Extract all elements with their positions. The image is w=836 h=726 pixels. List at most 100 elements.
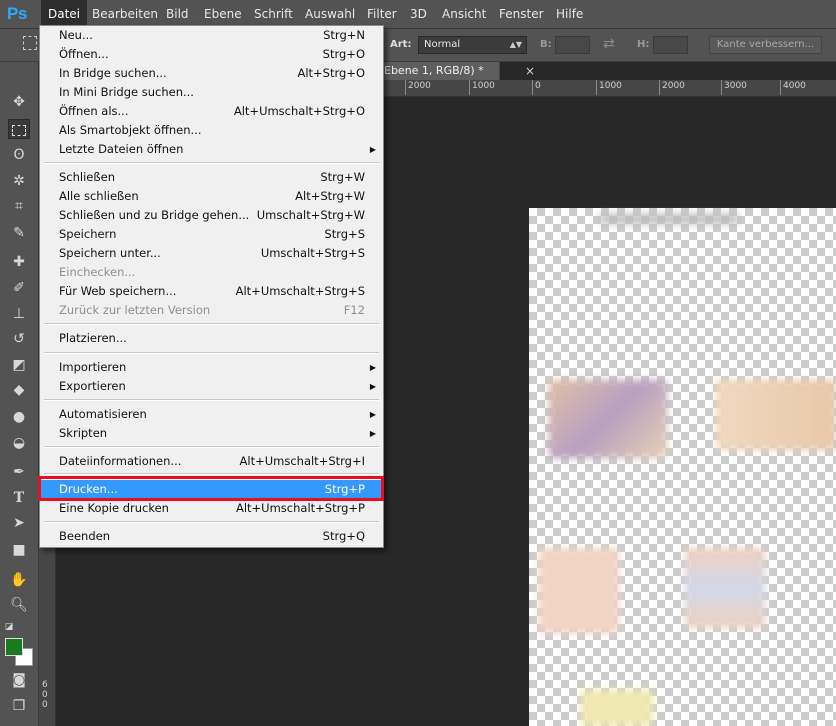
menu-item-automate[interactable]: Automatisieren ▶ bbox=[41, 405, 382, 424]
crop-tool-icon[interactable]: ⌗ bbox=[8, 196, 30, 216]
menu-item-close-all[interactable]: Alle schließen Alt+Strg+W bbox=[41, 187, 382, 206]
menu-item-check-in: Einchecken... bbox=[59, 265, 136, 279]
menu-item-save-as[interactable]: Speichern unter... Umschalt+Strg+S bbox=[41, 244, 382, 263]
ruler-label: 3000 bbox=[724, 81, 747, 91]
menu-item-browse-in-mini-bridge[interactable]: In Mini Bridge suchen... bbox=[41, 83, 382, 102]
menu-separator bbox=[44, 323, 379, 325]
menu-hilfe[interactable]: Hilfe bbox=[549, 0, 590, 28]
menu-item-save-for-web[interactable]: Für Web speichern... Alt+Umschalt+Strg+S bbox=[41, 282, 382, 301]
dodge-tool-icon[interactable]: ◒ bbox=[8, 433, 30, 453]
close-icon[interactable]: × bbox=[525, 62, 535, 80]
ruler-label: 2000 bbox=[662, 81, 685, 91]
blurred-thumbnail bbox=[549, 380, 667, 458]
menu-separator bbox=[44, 352, 379, 354]
menu-separator bbox=[44, 162, 379, 164]
magic-wand-icon[interactable]: ✲ bbox=[8, 171, 30, 191]
file-menu-dropdown: Neu... Strg+N Öffnen... Strg+O In Bridge s… bbox=[39, 25, 384, 548]
menu-separator bbox=[44, 399, 379, 401]
ruler-label: 0 bbox=[535, 81, 541, 91]
menu-separator bbox=[44, 473, 379, 475]
quick-mask-icon[interactable]: ◙ bbox=[8, 670, 30, 690]
refine-edge-button[interactable]: Kante verbessern... bbox=[709, 36, 822, 54]
style-select[interactable]: Normal ▲▼ bbox=[418, 36, 527, 54]
menu-schrift[interactable]: Schrift bbox=[247, 0, 300, 28]
style-select-value: Normal bbox=[424, 39, 461, 50]
foreground-color-swatch[interactable] bbox=[5, 638, 23, 656]
move-tool-icon[interactable]: ✥ bbox=[8, 92, 30, 112]
submenu-arrow-icon: ▶ bbox=[369, 410, 376, 419]
submenu-arrow-icon: ▶ bbox=[369, 429, 376, 438]
menu-ansicht[interactable]: Ansicht bbox=[435, 0, 493, 28]
menu-datei[interactable]: Datei bbox=[41, 0, 88, 28]
toolbox: ✥ ʘ ✲ ⌗ ✎ ✚ ✐ ⊥ ↺ ◩ ◆ ● ◒ ✒ T ➤ ■ ✋ 🔍︎ ◪… bbox=[0, 62, 39, 726]
menu-fenster[interactable]: Fenster bbox=[492, 0, 551, 28]
menu-bild[interactable]: Bild bbox=[159, 0, 196, 28]
marquee-tool-icon[interactable] bbox=[8, 119, 30, 139]
menu-item-place[interactable]: Platzieren... bbox=[41, 329, 382, 348]
menu-separator bbox=[44, 521, 379, 523]
blurred-thumbnail bbox=[581, 690, 653, 726]
hand-tool-icon[interactable]: ✋ bbox=[8, 570, 30, 590]
select-arrows-icon: ▲▼ bbox=[509, 40, 522, 49]
history-brush-icon[interactable]: ↺ bbox=[8, 329, 30, 349]
screen-mode-icon[interactable]: ❐ bbox=[8, 696, 30, 716]
blurred-thumbnail bbox=[685, 548, 765, 628]
submenu-arrow-icon: ▶ bbox=[369, 382, 376, 391]
brush-tool-icon[interactable]: ✐ bbox=[8, 278, 30, 298]
menu-filter[interactable]: Filter bbox=[360, 0, 404, 28]
eyedropper-icon[interactable]: ✎ bbox=[8, 223, 30, 243]
menu-item-browse-in-bridge[interactable]: In Bridge suchen... Alt+Strg+O bbox=[41, 64, 382, 83]
rectangular-marquee-preset-icon[interactable] bbox=[23, 36, 37, 50]
height-field[interactable] bbox=[653, 36, 688, 54]
document-tab-label: Ebene 1, RGB/8) * bbox=[384, 64, 484, 77]
menu-bearbeiten[interactable]: Bearbeiten bbox=[85, 0, 165, 28]
healing-brush-icon[interactable]: ✚ bbox=[8, 252, 30, 272]
ruler-label: 2000 bbox=[408, 81, 431, 91]
menu-item-export[interactable]: Exportieren ▶ bbox=[41, 377, 382, 396]
menu-item-close[interactable]: Schließen Strg+W bbox=[41, 168, 382, 187]
type-tool-icon[interactable]: T bbox=[8, 488, 30, 508]
submenu-arrow-icon: ▶ bbox=[369, 145, 376, 154]
pen-tool-icon[interactable]: ✒ bbox=[8, 462, 30, 482]
menu-item-save[interactable]: Speichern Strg+S bbox=[41, 225, 382, 244]
menu-item-open-as-smart-object[interactable]: Als Smartobjekt öffnen... bbox=[41, 121, 382, 140]
path-selection-icon[interactable]: ➤ bbox=[8, 513, 30, 533]
transparent-canvas[interactable] bbox=[529, 208, 836, 726]
ruler-label: 600 bbox=[42, 680, 48, 710]
menu-ebene[interactable]: Ebene bbox=[197, 0, 249, 28]
width-field[interactable] bbox=[555, 36, 590, 54]
ruler-label: 1000 bbox=[472, 81, 495, 91]
stamp-tool-icon[interactable]: ⊥ bbox=[8, 304, 30, 324]
blurred-thumbnail bbox=[716, 380, 836, 450]
menu-item-exit[interactable]: Beenden Strg+Q bbox=[41, 527, 382, 546]
eraser-icon[interactable]: ◩ bbox=[8, 355, 30, 375]
menu-auswahl[interactable]: Auswahl bbox=[298, 0, 362, 28]
menu-separator bbox=[44, 446, 379, 448]
blurred-thumbnail bbox=[539, 548, 619, 633]
menu-item-open[interactable]: Öffnen... Strg+O bbox=[41, 45, 382, 64]
lasso-tool-icon[interactable]: ʘ bbox=[8, 145, 30, 165]
height-label: H: bbox=[637, 39, 650, 50]
menu-item-open-as[interactable]: Öffnen als... Alt+Umschalt+Strg+O bbox=[41, 102, 382, 121]
menu-item-import[interactable]: Importieren ▶ bbox=[41, 358, 382, 377]
menu-item-print-one-copy[interactable]: Eine Kopie drucken Alt+Umschalt+Strg+P bbox=[41, 499, 382, 518]
menu-item-file-info[interactable]: Dateiinformationen... Alt+Umschalt+Strg+I bbox=[41, 452, 382, 471]
menu-item-scripts[interactable]: Skripten ▶ bbox=[41, 424, 382, 443]
ruler-label: 1000 bbox=[599, 81, 622, 91]
photoshop-logo: Ps bbox=[7, 4, 27, 23]
swap-icon[interactable]: ⇄ bbox=[603, 36, 615, 52]
art-label: Art: bbox=[390, 39, 412, 50]
ruler-label: 4000 bbox=[783, 81, 806, 91]
menu-item-open-recent[interactable]: Letzte Dateien öffnen ▶ bbox=[41, 140, 382, 159]
menu-item-revert: Zurück zur letzten Version F12 bbox=[59, 303, 365, 317]
zoom-tool-icon[interactable]: 🔍︎ bbox=[8, 595, 30, 615]
rectangle-tool-icon[interactable]: ■ bbox=[8, 540, 30, 560]
default-colors-icon[interactable]: ◪ bbox=[3, 617, 15, 637]
menu-item-close-and-go-to-bridge[interactable]: Schließen und zu Bridge gehen... Umschalt… bbox=[41, 206, 382, 225]
blur-tool-icon[interactable]: ● bbox=[8, 407, 30, 427]
callout-highlight-box bbox=[38, 476, 384, 501]
paint-bucket-icon[interactable]: ◆ bbox=[8, 380, 30, 400]
menu-3d[interactable]: 3D bbox=[403, 0, 434, 28]
submenu-arrow-icon: ▶ bbox=[369, 363, 376, 372]
menu-item-new[interactable]: Neu... Strg+N bbox=[41, 26, 382, 45]
